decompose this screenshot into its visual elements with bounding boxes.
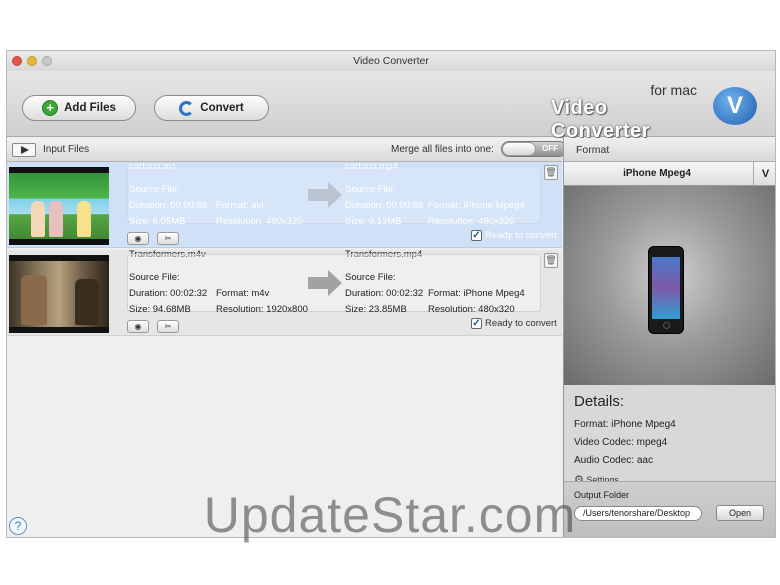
- source-size: Size: 94.68MB: [129, 304, 191, 315]
- app-window: Video Converter + Add Files Convert for …: [6, 50, 776, 538]
- title-bar: Video Converter: [7, 51, 775, 71]
- input-files-label: Input Files: [43, 144, 90, 155]
- format-header: Format: [564, 138, 775, 162]
- maximize-window-button[interactable]: [42, 56, 52, 66]
- preview-eye-button[interactable]: ◉: [127, 232, 149, 245]
- convert-button[interactable]: Convert: [154, 95, 269, 121]
- add-files-button[interactable]: + Add Files: [22, 95, 136, 121]
- target-duration: Duration: 00:00:58: [345, 200, 424, 211]
- add-files-label: Add Files: [64, 102, 116, 114]
- thumbnail-figure: [77, 201, 91, 237]
- source-header: Source File:: [129, 184, 180, 195]
- target-resolution: Resolution: 480x320: [428, 216, 515, 227]
- edit-clip-button[interactable]: ✂: [157, 320, 179, 333]
- convert-arrow-icon: [308, 270, 342, 296]
- details-title: Details:: [574, 393, 625, 410]
- ready-to-convert-option[interactable]: ✓ Ready to convert: [471, 230, 557, 241]
- details-section: Details: Format: iPhone Mpeg4 Video Code…: [564, 385, 775, 481]
- thumbnail-figure: [49, 201, 63, 237]
- refresh-icon: [179, 100, 195, 116]
- video-thumbnail: [9, 167, 109, 245]
- chevron-down-icon[interactable]: V: [753, 162, 775, 186]
- details-video-codec: Video Codec: mpeg4: [574, 437, 668, 448]
- play-icon[interactable]: [12, 143, 36, 157]
- trash-icon[interactable]: 🗑: [544, 165, 558, 180]
- source-resolution: Resolution: 1920x800: [216, 304, 308, 315]
- device-preview: [564, 186, 775, 385]
- source-size: Size: 8.05MB: [129, 216, 186, 227]
- video-thumbnail: [9, 255, 109, 333]
- merge-toggle-state: OFF: [542, 144, 558, 153]
- convert-arrow-icon: [308, 182, 342, 208]
- close-window-button[interactable]: [12, 56, 22, 66]
- details-format: Format: iPhone Mpeg4: [574, 419, 676, 430]
- selected-format: iPhone Mpeg4: [623, 168, 691, 179]
- input-files-bar: Input Files Merge all files into one:: [7, 138, 562, 162]
- source-resolution: Resolution: 480x320: [216, 216, 303, 227]
- target-header: Source File:: [345, 272, 396, 283]
- minimize-window-button[interactable]: [27, 56, 37, 66]
- ready-label: Ready to convert: [485, 230, 557, 241]
- convert-label: Convert: [200, 102, 244, 114]
- phone-home-button: [663, 322, 670, 329]
- phone-screen: [652, 257, 680, 319]
- file-row[interactable]: cartoon.avi cartoon.mp4 Source File: Dur…: [7, 161, 562, 248]
- thumbnail-figure: [31, 201, 45, 237]
- file-row[interactable]: Transformers.m4v Transformers.mp4 Source…: [7, 249, 562, 336]
- target-resolution: Resolution: 480x320: [428, 304, 515, 315]
- brand-title: Video Converter: [551, 97, 650, 142]
- toggle-knob: [502, 142, 536, 156]
- thumbnail-letterbox-bottom: [9, 327, 109, 333]
- format-select[interactable]: iPhone Mpeg4 V: [564, 162, 775, 186]
- thumbnail-figure: [21, 275, 47, 325]
- target-duration: Duration: 00:02:32: [345, 288, 424, 299]
- target-format: Format: iPhone Mpeg4: [428, 200, 525, 211]
- ready-to-convert-option[interactable]: ✓ Ready to convert: [471, 318, 557, 329]
- thumbnail-figure: [75, 279, 99, 325]
- thumbnail-letterbox-top: [9, 255, 109, 261]
- target-format: Format: iPhone Mpeg4: [428, 288, 525, 299]
- brand-logo-area: for mac Video Converter V: [551, 79, 761, 142]
- ready-label: Ready to convert: [485, 318, 557, 329]
- watermark: UpdateStar.com: [203, 487, 577, 543]
- format-panel: Format iPhone Mpeg4 V Details: Format: i…: [563, 138, 775, 537]
- details-audio-codec: Audio Codec: aac: [574, 455, 653, 466]
- edit-clip-button[interactable]: ✂: [157, 232, 179, 245]
- ready-checkbox[interactable]: ✓: [471, 318, 482, 329]
- add-icon: +: [42, 100, 59, 116]
- source-duration: Duration: 00:00:58: [129, 200, 208, 211]
- target-size: Size: 9.13MB: [345, 216, 402, 227]
- source-duration: Duration: 00:02:32: [129, 288, 208, 299]
- ready-checkbox[interactable]: ✓: [471, 230, 482, 241]
- thumbnail-letterbox-top: [9, 167, 109, 173]
- window-title: Video Converter: [353, 55, 429, 67]
- merge-label: Merge all files into one:: [391, 144, 494, 155]
- brand-subtitle: for mac: [650, 82, 697, 98]
- preview-eye-button[interactable]: ◉: [127, 320, 149, 333]
- thumbnail-letterbox-bottom: [9, 239, 109, 245]
- source-format: Format: avi: [216, 200, 264, 211]
- target-header: Source File:: [345, 184, 396, 195]
- target-size: Size: 23.85MB: [345, 304, 407, 315]
- iphone-icon: [648, 246, 684, 334]
- file-list: cartoon.avi cartoon.mp4 Source File: Dur…: [7, 161, 562, 537]
- merge-toggle[interactable]: OFF: [501, 141, 567, 157]
- source-header: Source File:: [129, 272, 180, 283]
- source-format: Format: m4v: [216, 288, 270, 299]
- trash-icon[interactable]: 🗑: [544, 253, 558, 268]
- toolbar: + Add Files Convert for mac Video Conver…: [7, 71, 775, 142]
- brand-v-logo-icon: V: [713, 87, 757, 125]
